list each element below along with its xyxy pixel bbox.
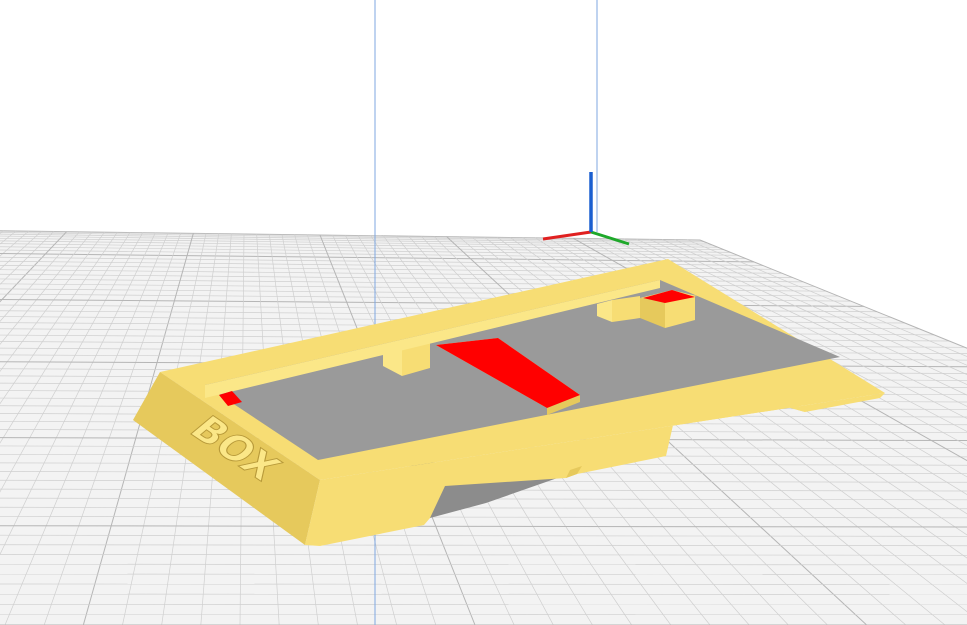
axes-gizmo xyxy=(542,172,630,246)
3d-viewport[interactable]: BOX xyxy=(0,0,967,625)
scene-canvas[interactable]: BOX xyxy=(0,0,967,625)
model-inner-rib xyxy=(612,296,640,322)
grid-line xyxy=(0,603,967,605)
